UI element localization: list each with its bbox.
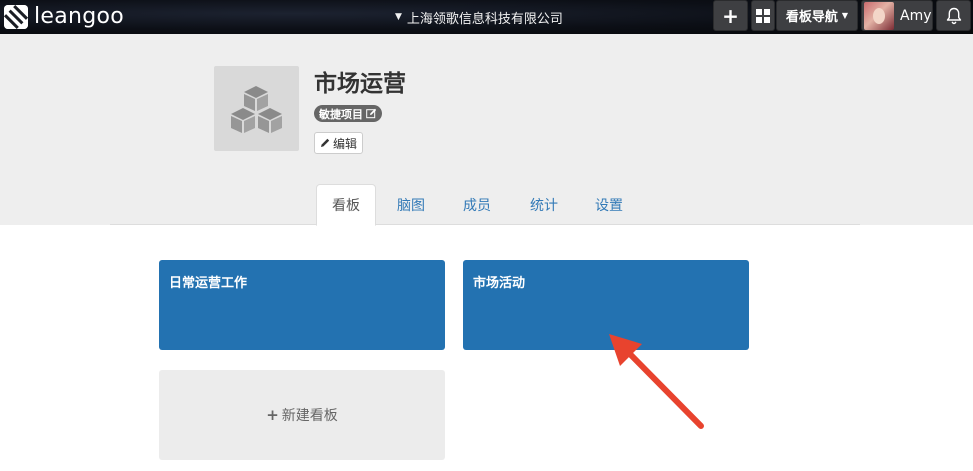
project-type-label: 敏捷项目	[319, 107, 363, 121]
leangoo-logo-icon	[4, 5, 28, 29]
apps-grid-button[interactable]	[751, 0, 775, 31]
organization-switcher[interactable]: ▼ 上海领歌信息科技有限公司	[395, 8, 563, 27]
caret-down-icon: ▼	[395, 12, 402, 22]
tab-mindmap[interactable]: 脑图	[380, 184, 442, 225]
annotation-arrow-icon	[609, 334, 704, 429]
edit-project-button[interactable]: 编辑	[314, 132, 364, 154]
edit-square-icon	[366, 108, 377, 119]
grid-icon	[756, 8, 770, 23]
plus-icon: +	[266, 406, 279, 424]
project-type-badge[interactable]: 敏捷项目	[314, 105, 382, 122]
user-menu-button[interactable]: Amy	[861, 0, 933, 31]
project-cover-image	[214, 66, 299, 151]
organization-name: 上海领歌信息科技有限公司	[406, 11, 563, 27]
plus-icon: +	[722, 3, 739, 28]
project-header: 市场运营 敏捷项目 编辑 看板 脑图 成员 统计 设置	[0, 34, 973, 226]
cubes-icon	[231, 86, 282, 133]
new-board-label: 新建看板	[281, 408, 338, 424]
board-title: 日常运营工作	[169, 276, 248, 291]
project-tabs: 看板 脑图 成员 统计 设置	[110, 184, 860, 226]
tab-statistics[interactable]: 统计	[514, 184, 574, 225]
project-title: 市场运营	[314, 71, 406, 97]
board-title: 市场活动	[473, 276, 526, 291]
brand[interactable]: leangoo	[4, 5, 124, 29]
pencil-icon	[321, 138, 330, 147]
caret-down-icon: ▼	[841, 11, 849, 20]
tab-settings[interactable]: 设置	[579, 184, 639, 225]
edit-label: 编辑	[333, 136, 358, 151]
avatar	[864, 1, 894, 30]
top-navbar: leangoo ▼ 上海领歌信息科技有限公司 + 看板导航 ▼ Amy	[0, 0, 973, 34]
bell-icon	[946, 7, 961, 24]
tab-members[interactable]: 成员	[447, 184, 507, 225]
new-board-button[interactable]: + 新建看板	[159, 370, 445, 460]
board-card[interactable]: 日常运营工作	[159, 260, 445, 350]
board-navigation-button[interactable]: 看板导航 ▼	[776, 0, 858, 31]
board-navigation-label: 看板导航	[785, 10, 838, 25]
tab-boards[interactable]: 看板	[316, 184, 376, 226]
notifications-button[interactable]	[936, 0, 971, 31]
user-name: Amy	[900, 7, 932, 24]
brand-name: leangoo	[34, 4, 125, 29]
add-button[interactable]: +	[713, 0, 748, 31]
